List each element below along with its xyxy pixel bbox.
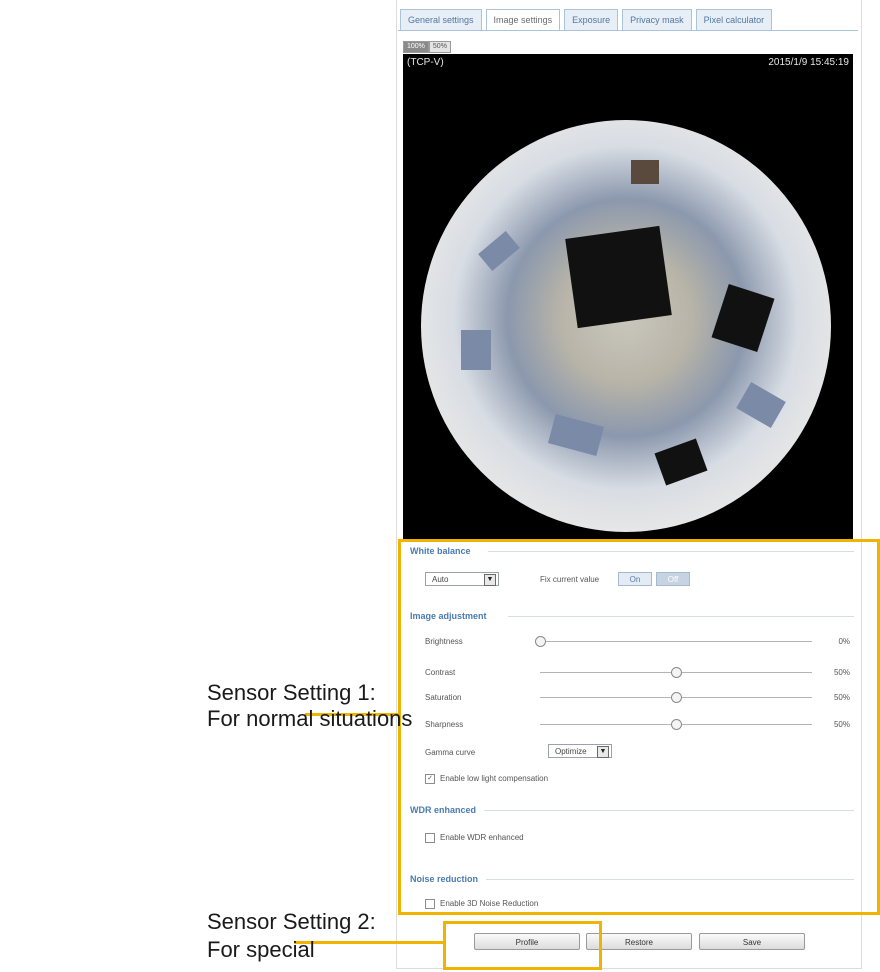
stream-protocol: (TCP-V) — [407, 57, 444, 68]
view-size-100-button[interactable]: 100% — [403, 41, 429, 53]
sensor-setting-2-line2: For special — [207, 937, 315, 962]
sensor-setting-2-line1: Sensor Setting 2: — [207, 909, 376, 934]
sensor-setting-1-line2: For normal situations — [207, 706, 413, 731]
live-video-view: (TCP-V) 2015/1/9 15:45:19 — [403, 54, 853, 540]
tab-exposure[interactable]: Exposure — [564, 9, 619, 31]
video-timestamp: 2015/1/9 15:45:19 — [768, 57, 849, 68]
tab-image-settings[interactable]: Image settings — [485, 9, 561, 31]
view-size-toggle: 100% 50% — [403, 41, 451, 53]
sensor-setting-1-line1: Sensor Setting 1: — [207, 680, 376, 705]
sensor-setting-2-pointer — [294, 941, 446, 944]
tab-pixel-calculator[interactable]: Pixel calculator — [695, 9, 773, 31]
tab-privacy-mask[interactable]: Privacy mask — [622, 9, 692, 31]
tab-general-settings[interactable]: General settings — [400, 9, 482, 31]
tab-bar: General settings Image settings Exposure… — [400, 9, 773, 31]
fisheye-image — [421, 120, 831, 532]
view-size-50-button[interactable]: 50% — [428, 41, 451, 53]
save-button[interactable]: Save — [699, 933, 805, 950]
sensor-setting-1-highlight — [398, 539, 880, 915]
sensor-setting-2-highlight — [443, 921, 602, 970]
tab-divider — [398, 30, 858, 31]
video-status-bar: (TCP-V) 2015/1/9 15:45:19 — [403, 54, 853, 72]
